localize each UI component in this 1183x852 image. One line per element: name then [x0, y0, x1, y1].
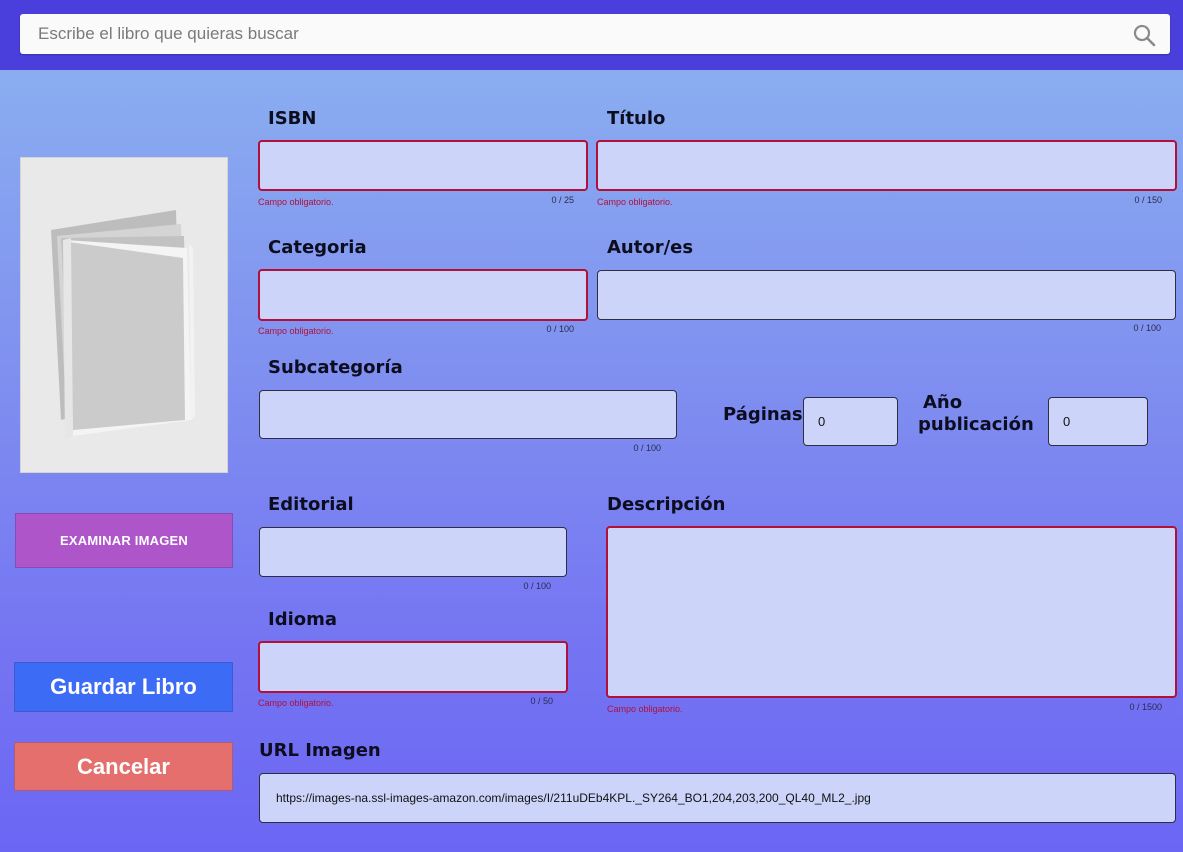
year-label-line2: publicación: [918, 414, 1034, 435]
title-label: Título: [607, 108, 666, 129]
description-error: Campo obligatorio.: [607, 704, 683, 714]
authors-counter: 0 / 100: [1133, 323, 1161, 333]
language-field[interactable]: [258, 641, 568, 693]
publisher-label: Editorial: [268, 494, 354, 515]
category-counter: 0 / 100: [546, 324, 574, 334]
pages-field[interactable]: [803, 397, 898, 446]
title-counter: 0 / 150: [1134, 195, 1162, 205]
year-field[interactable]: [1048, 397, 1148, 446]
search-input[interactable]: [20, 14, 1170, 54]
description-label: Descripción: [607, 494, 726, 515]
category-error: Campo obligatorio.: [258, 326, 334, 336]
book-placeholder-icon: [51, 210, 195, 440]
publisher-counter: 0 / 100: [523, 581, 551, 591]
save-book-button[interactable]: Guardar Libro: [14, 662, 233, 712]
description-counter: 0 / 1500: [1129, 702, 1162, 712]
subcategory-counter: 0 / 100: [633, 443, 661, 453]
title-error: Campo obligatorio.: [597, 197, 673, 207]
isbn-field[interactable]: [258, 140, 588, 191]
language-label: Idioma: [268, 609, 338, 630]
authors-label: Autor/es: [607, 237, 694, 258]
isbn-counter: 0 / 25: [551, 195, 574, 205]
title-field[interactable]: [596, 140, 1177, 191]
language-counter: 0 / 50: [530, 696, 553, 706]
isbn-error: Campo obligatorio.: [258, 197, 334, 207]
examine-image-button[interactable]: EXAMINAR IMAGEN: [15, 513, 233, 568]
language-error: Campo obligatorio.: [258, 698, 334, 708]
search-icon[interactable]: [1132, 23, 1156, 47]
search-box: [20, 14, 1170, 54]
cover-image: [20, 157, 228, 473]
pages-label: Páginas: [723, 404, 803, 425]
subcategory-label: Subcategoría: [268, 357, 403, 378]
top-bar: [0, 0, 1183, 70]
cancel-button[interactable]: Cancelar: [14, 742, 233, 791]
subcategory-field[interactable]: [259, 390, 677, 439]
description-field[interactable]: [606, 526, 1177, 698]
image-url-field[interactable]: [259, 773, 1176, 823]
publisher-field[interactable]: [259, 527, 567, 577]
year-label-line1: Año: [923, 392, 963, 413]
isbn-label: ISBN: [268, 108, 317, 129]
category-field[interactable]: [258, 269, 588, 321]
authors-field[interactable]: [597, 270, 1176, 320]
category-label: Categoria: [268, 237, 367, 258]
image-url-label: URL Imagen: [259, 740, 381, 761]
